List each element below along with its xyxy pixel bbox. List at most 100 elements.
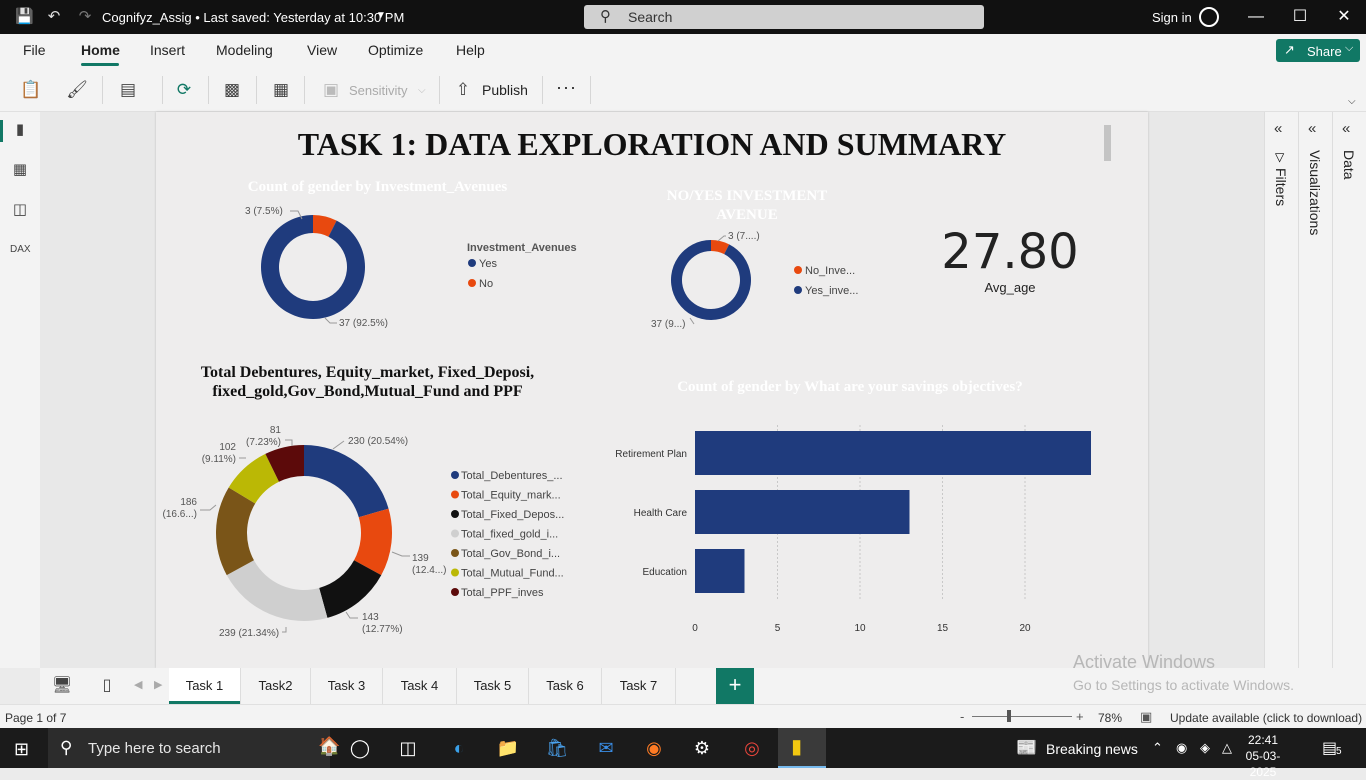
tab-task-4[interactable]: Task 4 [383,668,457,704]
donut3-data-label: 143 [362,612,379,623]
clock[interactable]: 22:41 05-03-2025 [1238,732,1288,780]
zoom-slider-thumb[interactable] [1007,710,1011,722]
donut1-data-label: 37 (92.5%) [339,318,388,329]
kpi-label: Avg_age [984,280,1036,295]
tab-task-1[interactable]: Task 1 [169,668,241,704]
activation-watermark-title: Activate Windows [1073,652,1216,672]
donut1-legend-title: Investment_Avenues [467,242,577,254]
donut2-label-leader [717,235,726,242]
bar-x-tick: 10 [854,623,866,634]
donut2-data-label: 3 (7....) [728,231,760,242]
donut1-data-label: 3 (7.5%) [245,206,283,217]
zoom-in-button[interactable]: + [1076,709,1084,724]
expand-icon[interactable]: « [1342,120,1350,137]
side-panes: « ▽ Filters « Visualizations « Data [1264,112,1366,668]
donut3-slice-4 [215,487,256,576]
expand-icon[interactable]: « [1308,120,1316,137]
network-icon[interactable]: ◈ [1200,740,1210,756]
cortana-icon[interactable]: ◯ [347,736,373,760]
next-page-icon[interactable]: ▶ [154,678,162,691]
mail-icon[interactable]: ✉ [593,736,619,760]
windows-taskbar: ⊞ ⚲ Type here to search 🏠 ◯ ◫ ◐ 📁 🛍 ✉ ◉ … [0,728,1366,779]
data-pane[interactable]: « Data [1332,112,1366,668]
donut3-label-leader [200,504,217,511]
donut3-data-label: (16.6...) [163,509,197,520]
donut3-legend-item: Total_Equity_mark... [461,490,561,502]
donut3-legend-marker [451,471,459,479]
filters-label: Filters [1273,168,1289,207]
tray-chevron-icon[interactable]: ⌃ [1152,740,1163,756]
notification-icon[interactable]: ▤ [1322,738,1337,758]
expand-icon[interactable]: « [1274,120,1282,137]
tab-task-3[interactable]: Task 3 [311,668,383,704]
zoom-level[interactable]: 78% [1098,711,1122,725]
donut1-legend-marker [468,279,476,287]
zoom-slider[interactable] [972,716,1072,717]
add-page-button[interactable]: + [716,668,754,704]
prev-page-icon[interactable]: ◀ [134,678,142,691]
firefox-icon[interactable]: ◉ [641,736,667,760]
camera-icon[interactable]: ◉ [1176,740,1187,756]
powerbi-taskbar-button[interactable]: ▮ [778,728,826,768]
donut3-data-label: 230 (20.54%) [348,436,408,447]
zoom-out-button[interactable]: - [960,709,964,724]
media-player-icon[interactable]: ⚙ [689,736,715,760]
donut3-label-leader [332,440,345,450]
donut3-legend-item: Total_Gov_Bond_i... [461,548,560,560]
file-explorer-icon[interactable]: 📁 [495,736,521,760]
fit-to-page-icon[interactable]: ▣ [1140,709,1152,725]
tab-task-7[interactable]: Task 7 [602,668,676,704]
donut2-legend-item: Yes_inve... [805,285,858,297]
bar-x-tick: 0 [692,623,698,634]
donut3-legend-marker [451,549,459,557]
filter-icon: ▽ [1275,150,1285,164]
tab-task-2[interactable]: Task2 [241,668,311,704]
mobile-layout-icon[interactable]: ▯ [96,676,118,696]
taskbar-search-input[interactable]: ⚲ Type here to search 🏠 [48,728,340,768]
donut3-data-label: 139 [412,553,429,564]
kpi-value: 27.80 [941,224,1079,280]
donut3-label-leader [285,439,293,446]
search-icon: ⚲ [60,738,73,757]
news-icon[interactable]: 📰 [1016,738,1037,758]
wifi-icon[interactable]: △ [1222,740,1232,756]
donut3-legend-marker [451,588,459,596]
task-view-icon[interactable]: ◫ [395,736,421,760]
edge-icon[interactable]: ◐ [446,736,472,760]
chrome-icon[interactable]: ◎ [739,736,765,760]
donut2-slice-0 [670,240,751,320]
donut3-legend-item: Total_Fixed_Depos... [461,509,564,521]
donut3-label-leader [391,551,410,557]
donut3-data-label: 186 [180,497,197,508]
bar-x-tick: 20 [1019,623,1031,634]
donut3-data-label: 102 [219,442,236,453]
bar-2 [695,549,745,593]
visualizations-pane[interactable]: « Visualizations [1298,112,1332,668]
bar-category-label: Retirement Plan [615,449,687,460]
donut3-data-label: (12.77%) [362,624,403,635]
visualizations-label: Visualizations [1307,150,1323,236]
filters-pane[interactable]: « ▽ Filters [1264,112,1298,668]
donut3-legend-marker [451,568,459,577]
donut3-slice-3 [226,560,328,621]
activation-watermark-text: Go to Settings to activate Windows. [1073,677,1294,693]
donut2-label-leader [689,317,695,325]
donut1-legend-item: Yes [479,258,497,270]
donut2-legend-marker [794,286,802,294]
data-label: Data [1341,150,1357,180]
tab-task-6[interactable]: Task 6 [529,668,602,704]
donut3-legend-item: Total_Mutual_Fund... [461,568,564,580]
store-icon[interactable]: 🛍 [544,736,570,760]
bar-0 [695,431,1091,475]
notification-count: 5 [1336,746,1342,757]
bar-x-tick: 5 [775,623,781,634]
news-widget[interactable]: Breaking news [1046,741,1138,757]
update-available-link[interactable]: Update available (click to download) [1170,711,1362,725]
donut3-slice-0 [304,445,389,518]
donut3-data-label: (7.23%) [246,437,281,448]
donut3-data-label: 239 (21.34%) [219,628,279,639]
bar-category-label: Health Care [634,508,688,519]
desktop-layout-icon[interactable]: 🖥 [51,676,73,696]
windows-start-icon[interactable]: ⊞ [14,739,29,760]
tab-task-5[interactable]: Task 5 [457,668,529,704]
